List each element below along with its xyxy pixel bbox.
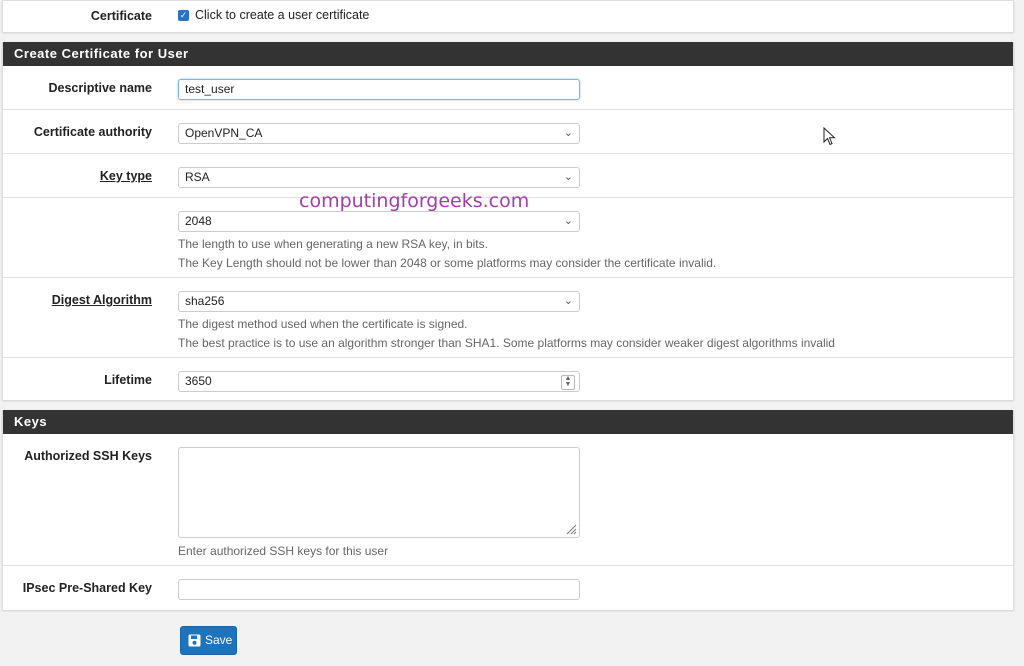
ssh-keys-label: Authorized SSH Keys	[3, 449, 152, 463]
lifetime-label: Lifetime	[3, 373, 152, 387]
descriptive-name-label: Descriptive name	[3, 81, 152, 95]
digest-algorithm-value: sha256	[185, 294, 224, 308]
certificate-label: Certificate	[3, 9, 152, 23]
ipsec-input[interactable]	[178, 579, 580, 600]
certificate-authority-row: Certificate authority OpenVPN_CA ⌄	[3, 110, 1013, 154]
ssh-keys-help: Enter authorized SSH keys for this user	[178, 542, 388, 561]
chevron-down-icon: ⌄	[564, 168, 573, 187]
watermark-text: computingforgeeks.com	[299, 190, 529, 212]
certificate-authority-select[interactable]: OpenVPN_CA ⌄	[178, 123, 580, 144]
ssh-keys-row: Authorized SSH Keys Enter authorized SSH…	[3, 434, 1013, 566]
keys-heading: Keys	[3, 410, 1013, 434]
digest-help-2: The best practice is to use an algorithm…	[178, 334, 835, 353]
floppy-disk-icon	[188, 634, 201, 647]
key-type-label[interactable]: Key type	[3, 169, 152, 183]
ipsec-label: IPsec Pre-Shared Key	[3, 581, 152, 595]
chevron-down-icon: ⌄	[564, 212, 573, 231]
key-length-help-1: The length to use when generating a new …	[178, 235, 488, 254]
key-length-value: 2048	[185, 214, 212, 228]
create-certificate-heading: Create Certificate for User	[3, 42, 1013, 66]
spinner-icon[interactable]: ▲▼	[561, 375, 575, 390]
lifetime-row: Lifetime 3650 ▲▼	[3, 358, 1013, 402]
ipsec-row: IPsec Pre-Shared Key	[3, 566, 1013, 610]
save-button[interactable]: Save	[180, 626, 237, 655]
descriptive-name-input[interactable]: test_user	[178, 79, 580, 100]
certificate-checkbox-group[interactable]: ✓ Click to create a user certificate	[178, 8, 369, 22]
certificate-panel: Certificate ✓ Click to create a user cert…	[2, 0, 1014, 32]
keys-panel: Keys Authorized SSH Keys Enter authorize…	[2, 410, 1014, 610]
mouse-pointer-icon	[823, 127, 837, 147]
key-length-select[interactable]: 2048 ⌄	[178, 211, 580, 232]
lifetime-value: 3650	[185, 374, 212, 388]
chevron-down-icon: ⌄	[564, 292, 573, 311]
digest-algorithm-row: Digest Algorithm sha256 ⌄ The digest met…	[3, 278, 1013, 358]
key-type-value: RSA	[185, 170, 210, 184]
save-label: Save	[205, 633, 232, 647]
digest-help-1: The digest method used when the certific…	[178, 315, 468, 334]
create-certificate-panel: Create Certificate for User Descriptive …	[2, 42, 1014, 400]
lifetime-input[interactable]: 3650 ▲▼	[178, 371, 580, 392]
key-type-select[interactable]: RSA ⌄	[178, 167, 580, 188]
resize-grip-icon[interactable]	[565, 523, 577, 535]
digest-algorithm-label[interactable]: Digest Algorithm	[3, 293, 152, 307]
digest-algorithm-select[interactable]: sha256 ⌄	[178, 291, 580, 312]
descriptive-name-row: Descriptive name test_user	[3, 66, 1013, 110]
certificate-checkbox[interactable]: ✓	[178, 10, 189, 21]
certificate-authority-label: Certificate authority	[3, 125, 152, 139]
ssh-keys-textarea[interactable]	[178, 447, 580, 538]
certificate-checkbox-label: Click to create a user certificate	[195, 8, 369, 22]
certificate-authority-value: OpenVPN_CA	[185, 126, 262, 140]
key-length-help-2: The Key Length should not be lower than …	[178, 254, 716, 273]
chevron-down-icon: ⌄	[564, 124, 573, 143]
